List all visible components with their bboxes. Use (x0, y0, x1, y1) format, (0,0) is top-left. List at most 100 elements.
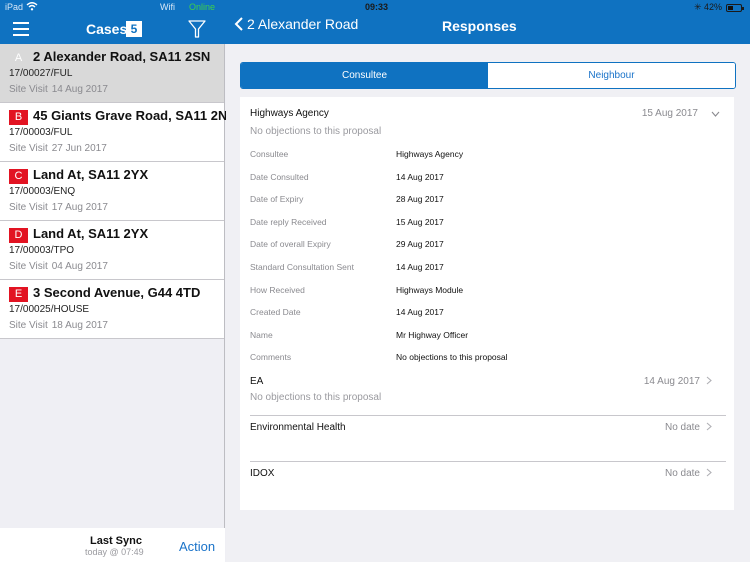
bluetooth-icon: ✳ (694, 2, 702, 12)
site-visit-date: 27 Jun 2017 (51, 143, 107, 154)
site-visit-date: 17 Aug 2017 (51, 202, 108, 213)
last-sync-label: Last Sync (90, 535, 142, 547)
site-visit-label: Site Visit (9, 202, 48, 213)
filter-icon[interactable] (188, 20, 206, 43)
detail-row: How Received Highways Module (240, 280, 734, 303)
case-site-visit: Site Visit 04 Aug 2017 (9, 261, 108, 272)
status-bar: iPad Wifi Online 09:33 ✳ 42% (0, 0, 750, 15)
device-label: iPad (5, 2, 24, 12)
last-sync-time: today @ 07:49 (85, 547, 144, 557)
chevron-down-icon (711, 109, 720, 120)
site-visit-label: Site Visit (9, 320, 48, 331)
response-date: 14 Aug 2017 (643, 375, 700, 387)
action-button[interactable]: Action (179, 539, 215, 554)
detail-row: Date of overall Expiry 29 Aug 2017 (240, 234, 734, 257)
chevron-right-icon (706, 468, 712, 480)
response-item[interactable]: IDOX No date (250, 462, 726, 508)
detail-row: Created Date 14 Aug 2017 (240, 302, 734, 325)
back-button[interactable]: 2 Alexander Road (234, 16, 358, 32)
case-reference: 17/00027/FUL (9, 68, 73, 79)
wifi-icon (26, 1, 38, 13)
case-reference: 17/00003/TPO (9, 245, 75, 256)
cases-title: Cases (86, 21, 128, 37)
case-reference: 17/00025/HOUSE (9, 304, 90, 315)
case-address: Land At, SA11 2YX (33, 167, 149, 182)
response-date: No date (664, 467, 700, 479)
case-site-visit: Site Visit 18 Aug 2017 (9, 320, 108, 331)
case-item[interactable]: D Land At, SA11 2YX 17/00003/TPO Site Visit… (0, 221, 224, 280)
detail-label: Consultee (250, 149, 289, 159)
response-summary: No objections to this proposal (250, 391, 382, 403)
response-name: Highways Agency (250, 108, 329, 119)
site-visit-label: Site Visit (9, 261, 48, 272)
case-item[interactable]: E 3 Second Avenue, G44 4TD 17/00025/HOUSE S… (0, 280, 224, 339)
detail-label: Date of Expiry (250, 194, 304, 205)
detail-value: 14 Aug 2017 (396, 171, 444, 182)
case-reference: 17/00003/FUL (9, 127, 73, 138)
site-visit-label: Site Visit (9, 84, 48, 95)
detail-value: Highways Agency (396, 149, 464, 159)
site-visit-date: 14 Aug 2017 (51, 84, 108, 95)
detail-value: 15 Aug 2017 (396, 216, 444, 227)
detail-row: Date of Expiry 28 Aug 2017 (240, 189, 734, 212)
case-list: A 2 Alexander Road, SA11 2SN 17/00027/FUL S… (0, 44, 237, 562)
menu-icon[interactable] (13, 22, 29, 36)
response-date: No date (664, 421, 700, 433)
detail-value: No objections to this proposal (396, 352, 508, 363)
tab-neighbour[interactable]: Neighbour (488, 63, 735, 88)
detail-row: Standard Consultation Sent 14 Aug 2017 (240, 257, 734, 280)
response-item[interactable]: EA No objections to this proposal 14 Aug 2… (250, 370, 726, 416)
detail-row: Name Mr Highway Officer (240, 325, 734, 348)
site-visit-date: 18 Aug 2017 (51, 320, 108, 331)
case-letter-badge: C (9, 169, 28, 184)
response-list: EA No objections to this proposal 14 Aug 2… (240, 370, 734, 508)
case-site-visit: Site Visit 27 Jun 2017 (9, 143, 107, 154)
battery-percent: 42% (704, 2, 723, 12)
response-summary: No objections to this proposal (250, 126, 382, 137)
top-bar: iPad Wifi Online 09:33 ✳ 42% Cases 5 2 A… (0, 0, 750, 44)
chevron-left-icon (234, 17, 243, 31)
response-name: EA (250, 375, 264, 387)
detail-value: Mr Highway Officer (396, 329, 469, 340)
case-item[interactable]: A 2 Alexander Road, SA11 2SN 17/00027/FUL S… (0, 44, 224, 103)
clock: 09:33 (365, 2, 389, 12)
case-item[interactable]: C Land At, SA11 2YX 17/00003/ENQ Site Visit… (0, 162, 224, 221)
detail-row: Date reply Received 15 Aug 2017 (240, 212, 734, 235)
case-letter-badge: E (9, 287, 28, 302)
cases-count-badge: 5 (126, 21, 142, 37)
responses-card: Highways Agency No objections to this pr… (240, 97, 734, 510)
case-item[interactable]: B 45 Giants Grave Road, SA11 2ND 17/00003/… (0, 103, 237, 162)
response-details: Consultee Highways Agency Date Consulted 14… (240, 144, 734, 370)
detail-value: 14 Aug 2017 (396, 307, 444, 318)
detail-value: 29 Aug 2017 (396, 239, 444, 250)
case-reference: 17/00003/ENQ (9, 186, 76, 197)
tab-consultee[interactable]: Consultee (241, 63, 488, 88)
case-address: 45 Giants Grave Road, SA11 2ND (33, 108, 237, 123)
detail-row: Date Consulted 14 Aug 2017 (240, 167, 734, 190)
detail-value: 14 Aug 2017 (396, 261, 444, 272)
chevron-right-icon (706, 376, 712, 388)
case-letter-badge: D (9, 228, 28, 243)
case-address: 2 Alexander Road, SA11 2SN (33, 49, 211, 64)
case-site-visit: Site Visit 17 Aug 2017 (9, 202, 108, 213)
network-label: Wifi (160, 2, 175, 12)
detail-value: Highways Module (396, 284, 464, 295)
response-name: Environmental Health (250, 421, 346, 433)
response-date: 15 Aug 2017 (641, 108, 698, 119)
expanded-response-header[interactable]: Highways Agency No objections to this pr… (240, 97, 734, 144)
case-site-visit: Site Visit 14 Aug 2017 (9, 84, 108, 95)
sidebar-footer: Last Sync today @ 07:49 Action (0, 528, 225, 562)
detail-row: Consultee Highways Agency (240, 144, 734, 167)
response-item[interactable]: Environmental Health No date (250, 416, 726, 462)
page-title: Responses (442, 18, 517, 34)
case-letter-badge: B (9, 110, 28, 125)
responses-panel: Consultee Neighbour Highways Agency No o… (226, 44, 750, 562)
detail-value: 28 Aug 2017 (396, 194, 444, 205)
detail-label: Comments (250, 352, 292, 363)
segmented-control: Consultee Neighbour (240, 62, 736, 89)
detail-label: Date reply Received (250, 216, 327, 227)
connection-status: Online (189, 2, 216, 12)
detail-label: Name (250, 329, 273, 340)
detail-label: Standard Consultation Sent (250, 261, 354, 272)
battery-icon (726, 4, 744, 12)
